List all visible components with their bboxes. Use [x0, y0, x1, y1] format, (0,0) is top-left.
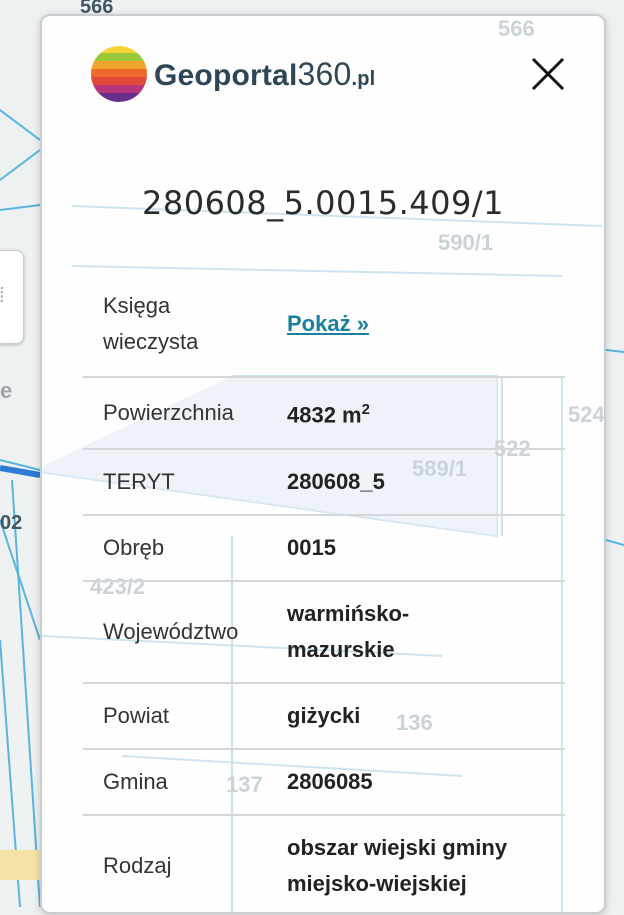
- row-key: Rodzaj: [103, 852, 172, 878]
- table-row: Obręb 0015: [83, 515, 565, 582]
- close-icon[interactable]: [530, 56, 566, 92]
- row-value: 4832 m2: [286, 377, 565, 450]
- row-key: Księga wieczysta: [83, 271, 286, 378]
- logo-tld: .pl: [351, 67, 376, 90]
- row-key: Obręb: [83, 515, 286, 582]
- map-label: 524: [568, 402, 605, 427]
- row-key: Województwo: [83, 581, 286, 684]
- geoportal-logo: Geoportal360.pl: [90, 44, 375, 104]
- row-value: 0015: [286, 515, 565, 582]
- row-value: obszar wiejski gminy miejsko-wiejskiej: [287, 834, 508, 896]
- table-row: Rodzaj obszar wiejski gminy miejsko-wiej…: [83, 815, 565, 915]
- show-land-register-link[interactable]: Pokaż »: [287, 311, 369, 336]
- table-row: Gmina 2806085: [83, 749, 565, 816]
- map-label: 566: [498, 16, 535, 41]
- row-key: Powiat: [83, 683, 286, 750]
- parcel-info-table: Księga wieczysta Pokaż » Powierzchnia 48…: [83, 271, 565, 915]
- row-value: 280608_5: [286, 449, 565, 516]
- logo-brand: Geoportal: [154, 58, 298, 92]
- side-panel-handle[interactable]: ⁞: [0, 250, 24, 344]
- map-label: 590/1: [438, 230, 494, 255]
- map-label: 02: [0, 512, 23, 534]
- table-row: TERYT 280608_5: [83, 449, 565, 516]
- row-value: 2806085: [286, 749, 565, 816]
- row-value: giżycki: [286, 683, 565, 750]
- table-row: Powierzchnia 4832 m2: [83, 377, 565, 450]
- table-row: Księga wieczysta Pokaż »: [83, 271, 565, 378]
- row-key: Powierzchnia: [83, 377, 286, 450]
- row-key: TERYT: [83, 449, 286, 516]
- table-row: Województwo warmińsko-mazurskie: [83, 581, 565, 684]
- map-label: e: [0, 378, 13, 403]
- logo-icon: [91, 46, 147, 102]
- table-row: Powiat giżycki: [83, 683, 565, 750]
- parcel-id-title: 280608_5.0015.409/1: [141, 184, 504, 222]
- row-key: Gmina: [83, 749, 286, 816]
- parcel-info-popup: 566 590/1 524 522 589/1 423/2 136 137 Ge…: [40, 14, 606, 914]
- handle-icon: ⁞: [0, 285, 5, 308]
- logo-number: 360: [297, 55, 352, 92]
- row-value: warmińsko-mazurskie: [286, 581, 565, 684]
